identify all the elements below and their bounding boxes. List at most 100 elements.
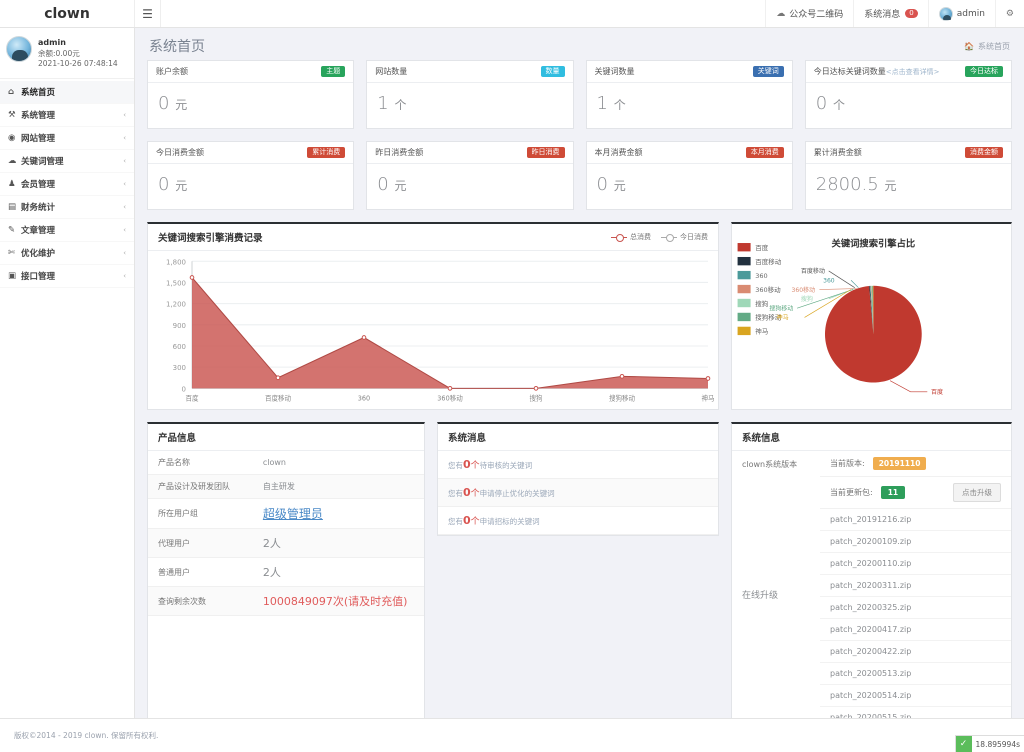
product-info-panel: 产品信息 产品名称 clown 产品设计及研发团队 自主研发 所在用户组 超级管理员 代理用…	[147, 422, 425, 718]
footer-copyright: 版权©2014 - 2019 clown. 保留所有权利.	[14, 731, 159, 740]
message-text: 申请招标的关键词	[479, 517, 540, 526]
system-messages-label: 系统消息	[864, 10, 901, 20]
stat-card-7: 累计消费金额 消费金额 2800.5 元	[804, 141, 1012, 210]
system-messages-button[interactable]: 系统消息 0	[853, 0, 927, 27]
system-info-title: 系统信息	[742, 433, 781, 444]
stat-card-unit: 个	[613, 98, 626, 112]
upgrade-button[interactable]: 点击升级	[953, 483, 1001, 502]
stat-card-value: 0 元	[367, 164, 572, 209]
stat-card-unit: 元	[394, 179, 407, 193]
stat-card-4: 今日消费金额 累计消费 0 元	[147, 141, 355, 210]
stat-card-header: 账户余额 主题	[148, 61, 354, 83]
patch-item[interactable]: patch_20200110.zip	[820, 553, 1011, 575]
qrcode-button[interactable]: ☁ 公众号二维码	[765, 0, 853, 27]
sidebar-item-8[interactable]: ▣ 接口管理 ‹	[0, 265, 134, 289]
message-counter-unit: 个	[470, 489, 480, 499]
page-content: 账户余额 主题 0 元网站数量 数量 1 个关键词数量 关键词 1 个今日达标关键词数量<点…	[135, 60, 1024, 718]
system-message-item[interactable]: 您有0个申请招标的关键词	[438, 507, 718, 535]
svg-text:百度: 百度	[931, 388, 943, 396]
pie-chart-canvas: 关键词搜索引擎占比 百度 百度移动 360 360移动 搜狗 搜狗移动 神马 百度移动 360 36…	[732, 224, 1011, 409]
message-prefix: 您有	[448, 489, 463, 498]
stat-card-number: 1	[596, 93, 608, 114]
sidebar-item-label: 系统管理	[21, 111, 56, 122]
product-info-table: 产品名称 clown 产品设计及研发团队 自主研发 所在用户组 超级管理员 代理用户 2人 普通…	[148, 451, 424, 616]
stat-card-number: 0	[815, 93, 828, 114]
svg-text:搜狗: 搜狗	[801, 295, 813, 303]
stat-card-subtitle[interactable]: <点击查看详情>	[886, 68, 940, 76]
system-message-item[interactable]: 您有0个申请停止优化的关键词	[438, 479, 718, 507]
user-menu[interactable]: admin	[927, 0, 995, 27]
legend-item-1[interactable]: 今日消费	[661, 232, 708, 242]
svg-text:神马: 神马	[777, 314, 789, 322]
patch-item[interactable]: patch_20200422.zip	[820, 641, 1011, 663]
hamburger-icon[interactable]: ☰	[135, 0, 161, 27]
chevron-left-icon: ‹	[123, 157, 126, 166]
qrcode-icon: ☁	[776, 8, 786, 19]
sidebar-item-2[interactable]: ◉ 网站管理 ‹	[0, 127, 134, 151]
sidebar-item-3[interactable]: ☁ 关键词管理 ‹	[0, 150, 134, 174]
chevron-left-icon: ‹	[123, 180, 126, 189]
system-info-left: clown系统版本 在线升级	[732, 451, 820, 718]
svg-text:360移动: 360移动	[755, 285, 781, 294]
patch-item[interactable]: patch_20191216.zip	[820, 509, 1011, 531]
sidebar-item-label: 优化维护	[21, 249, 56, 260]
update-count-label: 当前更新包:	[830, 488, 873, 497]
system-info-header: 系统信息	[732, 424, 1011, 451]
patch-item[interactable]: patch_20200325.zip	[820, 597, 1011, 619]
patch-item[interactable]: patch_20200515.zip	[820, 707, 1011, 718]
svg-text:搜狗移动: 搜狗移动	[769, 304, 793, 312]
app-shell: admin 余额:0.00元 2021-10-26 07:48:14 ⌂ 系统首页…	[0, 28, 1024, 718]
system-info-right: 当前版本: 20191110 当前更新包: 11 点击升级 patch_2019…	[820, 451, 1011, 718]
stat-card-value: 2800.5 元	[806, 164, 1011, 209]
sidebar-user-box: admin 余额:0.00元 2021-10-26 07:48:14	[0, 28, 134, 80]
stat-card-title: 今日达标关键词数量<点击查看详情>	[813, 67, 940, 76]
sidebar-menu: ⌂ 系统首页 ⚒ 系统管理 ‹ ◉ 网站管理 ‹ ☁ 关键词管理 ‹ ♟ 会员管理 ‹ ▤ 财务统计 ‹ ✎ 文章管…	[0, 79, 134, 289]
breadcrumb-label[interactable]: 系统首页	[978, 41, 1010, 52]
stat-card-header: 累计消费金额 消费金额	[805, 142, 1011, 164]
chevron-left-icon: ‹	[123, 249, 126, 258]
stat-row-bottom: 今日消费金额 累计消费 0 元昨日消费金额 昨日消费 0 元本月消费金额 本月消费 0 元累…	[147, 141, 1012, 210]
sidebar-item-7[interactable]: ✄ 优化维护 ‹	[0, 242, 134, 266]
system-message-item[interactable]: 您有0个待审核的关键词	[438, 451, 718, 479]
status-badge: 关键词	[752, 66, 784, 77]
stat-card-header: 关键词数量 关键词	[586, 61, 792, 83]
legend-label: 总消费	[630, 233, 651, 241]
legend-item-0[interactable]: 总消费	[611, 232, 651, 242]
patch-item[interactable]: patch_20200109.zip	[820, 531, 1011, 553]
svg-text:360: 360	[823, 278, 835, 285]
table-row: 查询剩余次数 1000849097次(请及时充值)	[148, 586, 424, 616]
system-messages-badge: 0	[905, 9, 918, 18]
system-info-panel: 系统信息 clown系统版本 在线升级 当前版本: 20191110 当前更新包…	[731, 422, 1012, 718]
stat-card-title: 本月消费金额	[594, 148, 643, 157]
page-timer: ✓ 18.895994s	[954, 735, 1024, 752]
svg-text:900: 900	[173, 321, 187, 330]
patch-item[interactable]: patch_20200513.zip	[820, 663, 1011, 685]
status-badge: 累计消费	[307, 147, 346, 158]
sidebar-item-1[interactable]: ⚒ 系统管理 ‹	[0, 104, 134, 128]
product-row-value[interactable]: 超级管理员	[252, 498, 424, 529]
sidebar-user-balance: 余额:0.00元	[38, 48, 80, 58]
update-count-row: 当前更新包: 11 点击升级	[820, 477, 1011, 509]
brand-logo[interactable]: clown	[0, 0, 135, 27]
svg-text:1,200: 1,200	[166, 300, 187, 309]
sidebar-item-6[interactable]: ✎ 文章管理 ‹	[0, 219, 134, 243]
sidebar-item-0[interactable]: ⌂ 系统首页	[0, 81, 134, 105]
sidebar-item-5[interactable]: ▤ 财务统计 ‹	[0, 196, 134, 220]
sidebar: admin 余额:0.00元 2021-10-26 07:48:14 ⌂ 系统首页…	[0, 28, 135, 718]
stat-card-title: 今日消费金额	[156, 148, 204, 157]
chevron-left-icon: ‹	[123, 134, 126, 143]
settings-button[interactable]: ⚙	[994, 0, 1024, 27]
line-chart-panel: 关键词搜索引擎消费记录 总消费 今日消费 0 300 600 900 1,200 1,500…	[147, 222, 719, 410]
patch-item[interactable]: patch_20200417.zip	[820, 619, 1011, 641]
stat-card-value: 1 个	[587, 83, 792, 128]
patch-item[interactable]: patch_20200311.zip	[820, 575, 1011, 597]
gear-icon: ⚙	[1005, 8, 1014, 19]
stat-card-header: 网站数量 数量	[367, 61, 573, 83]
status-badge: 昨日消费	[526, 147, 565, 158]
stat-card-number: 0	[158, 174, 170, 195]
message-count: 0	[463, 514, 471, 527]
current-version-row: 当前版本: 20191110	[820, 451, 1011, 477]
system-message-list: 您有0个待审核的关键词 您有0个申请停止优化的关键词 您有0个申请招标的关键词	[438, 451, 718, 535]
patch-item[interactable]: patch_20200514.zip	[820, 685, 1011, 707]
sidebar-item-4[interactable]: ♟ 会员管理 ‹	[0, 173, 134, 197]
